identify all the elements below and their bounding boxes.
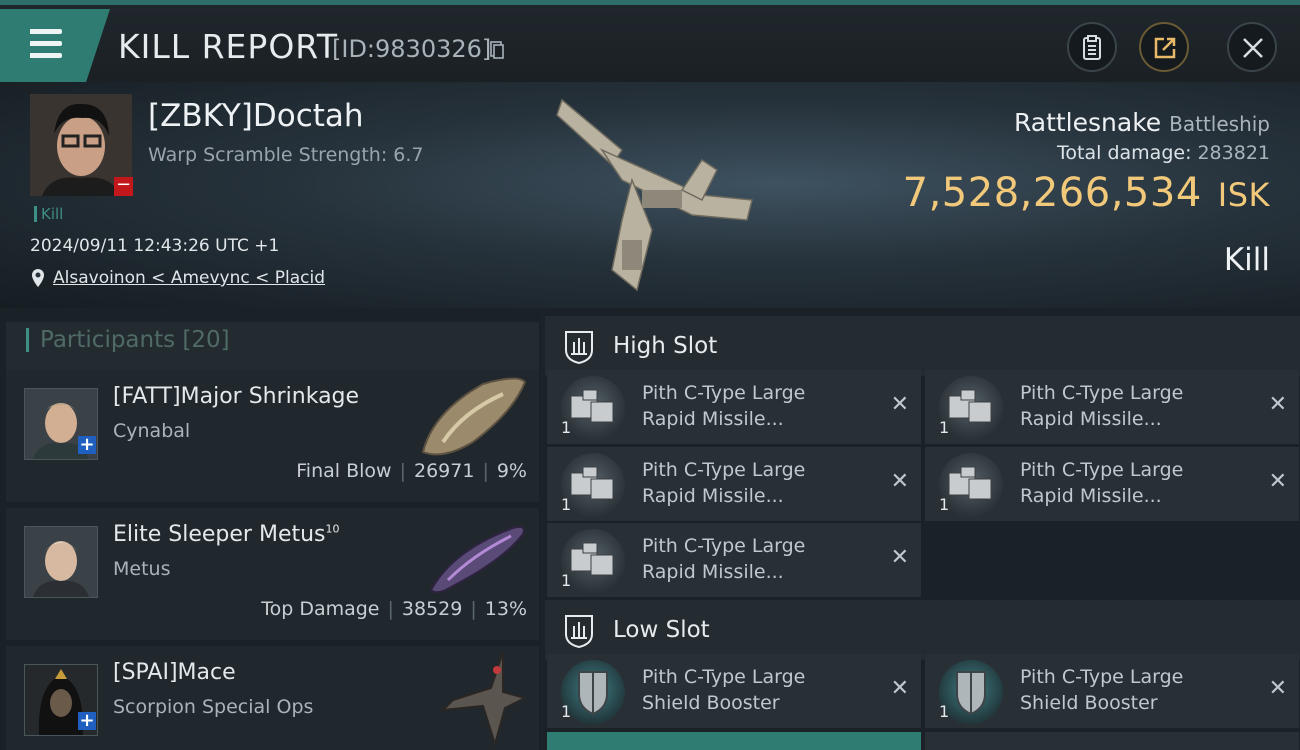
module-quantity: 1 (561, 571, 572, 590)
low-slot-title: Low Slot (613, 617, 710, 643)
participant-damage: 26971 (413, 460, 475, 482)
top-bar: KILL REPORT [ID:9830326] (0, 0, 1300, 83)
participant-name: [FATT]Major Shrinkage (113, 384, 360, 409)
share-icon (1154, 37, 1176, 59)
ship-class: Battleship (1169, 112, 1270, 136)
module-name: Pith C-Type Large Shield Booster (642, 666, 806, 714)
participant-ship: Scorpion Special Ops (113, 696, 314, 718)
high-slot-title: High Slot (613, 333, 718, 359)
kill-result: Kill (1223, 242, 1270, 278)
module-name: Pith C-Type Large Rapid Missile... (1020, 459, 1184, 507)
module-quantity: 1 (561, 418, 572, 437)
clipboard-button[interactable] (1067, 22, 1117, 72)
participant-portrait (24, 526, 98, 598)
kill-tag: Kill (34, 206, 63, 222)
total-damage: Total damage: 283821 (1057, 142, 1270, 164)
location-pin-icon (32, 269, 44, 287)
close-icon (1243, 38, 1263, 58)
friendly-badge: + (78, 434, 96, 455)
module-item[interactable]: 1 Pith C-Type Large Shield Booster ✕ (925, 654, 1299, 728)
module-name: Pith C-Type Large Rapid Missile... (642, 459, 806, 507)
participants-header: Participants [20] (6, 322, 539, 372)
participant-percent: 9% (496, 460, 527, 482)
copy-icon[interactable] (490, 41, 504, 59)
kill-summary-banner: − [ZBKY]Doctah Warp Scramble Strength: 6… (0, 82, 1300, 308)
participant-name-text: Elite Sleeper Metus (113, 522, 326, 547)
warp-scramble-strength: Warp Scramble Strength: 6.7 (148, 144, 424, 166)
participant-role: Top Damage (261, 598, 380, 620)
menu-button[interactable] (0, 9, 110, 83)
low-slot-header[interactable]: Low Slot (545, 600, 1300, 660)
participant-level: 10 (325, 522, 340, 536)
module-quantity: 1 (939, 702, 950, 721)
victim-name[interactable]: [ZBKY]Doctah (148, 98, 364, 134)
module-destroyed-icon: ✕ (1268, 392, 1287, 417)
participant-ship-image (421, 377, 527, 456)
victim-ship-name[interactable]: Rattlesnake Battleship (1014, 108, 1270, 137)
participant-row[interactable]: + [FATT]Major Shrinkage Cynabal Final Bl… (6, 370, 539, 502)
low-slot-icon (565, 615, 593, 648)
participants-label: Participants (40, 327, 176, 353)
friendly-badge: + (78, 710, 96, 731)
module-item[interactable]: 1 Pith C-Type Large Rapid Missile... ✕ (925, 447, 1299, 521)
page-title: KILL REPORT (118, 27, 338, 66)
module-item[interactable]: 1 Pith C-Type Large Rapid Missile... ✕ (547, 370, 921, 444)
module-item[interactable] (547, 732, 921, 750)
participant-ship: Metus (113, 558, 171, 580)
isk-amount: 7,528,266,534 (902, 170, 1202, 216)
module-destroyed-icon: ✕ (1268, 676, 1287, 701)
share-button[interactable] (1139, 22, 1189, 72)
module-quantity: 1 (939, 495, 950, 514)
participant-name: Elite Sleeper Metus10 (113, 522, 340, 547)
module-destroyed-icon: ✕ (1268, 469, 1287, 494)
participant-ship: Cynabal (113, 420, 191, 442)
module-name: Pith C-Type Large Shield Booster (1020, 666, 1184, 714)
participant-percent: 13% (484, 598, 527, 620)
module-item[interactable]: 1 Pith C-Type Large Shield Booster ✕ (547, 654, 921, 728)
module-item[interactable]: 1 Pith C-Type Large Rapid Missile... ✕ (925, 370, 1299, 444)
victim-ship-image (556, 98, 753, 292)
module-name: Pith C-Type Large Rapid Missile... (642, 382, 806, 430)
participant-ship-image (429, 525, 525, 594)
location-link[interactable]: Alsavoinon < Amevync < Placid (53, 268, 325, 288)
module-destroyed-icon: ✕ (890, 469, 909, 494)
report-id: [ID:9830326] (332, 35, 492, 63)
participant-stats: Final Blow | 26971 | 9% (296, 460, 527, 482)
module-name: Pith C-Type Large Rapid Missile... (642, 535, 806, 583)
participants-title: Participants [20] (40, 327, 230, 353)
kill-datetime: 2024/09/11 12:43:26 UTC +1 (30, 236, 280, 256)
participant-name: [SPAI]Mace (113, 660, 236, 685)
participant-role: Final Blow (296, 460, 392, 482)
participant-row[interactable]: Elite Sleeper Metus10 Metus Top Damage | 3… (6, 508, 539, 640)
participant-row[interactable]: + [SPAI]Mace Scorpion Special Ops (6, 646, 539, 750)
clipboard-icon (1083, 35, 1101, 60)
participants-panel: Participants [20] + [FATT]Major Shrinkag… (0, 308, 541, 750)
participant-ship-image (440, 651, 528, 748)
module-destroyed-icon: ✕ (890, 676, 909, 701)
high-slot-header[interactable]: High Slot (545, 316, 1300, 376)
module-name: Pith C-Type Large Rapid Missile... (1020, 382, 1184, 430)
module-quantity: 1 (939, 418, 950, 437)
participant-damage: 38529 (401, 598, 463, 620)
module-destroyed-icon: ✕ (890, 392, 909, 417)
high-slot-icon (565, 331, 593, 364)
module-quantity: 1 (561, 702, 572, 721)
hostile-badge: − (114, 174, 133, 196)
module-quantity: 1 (561, 495, 572, 514)
participants-count: [20] (182, 327, 230, 353)
ship-name-text: Rattlesnake (1013, 108, 1162, 137)
fitting-panel: High Slot 1 Pith C-Type Large Rapid Missi… (545, 308, 1300, 750)
participant-stats: Top Damage | 38529 | 13% (261, 598, 527, 620)
module-item[interactable]: 1 Pith C-Type Large Rapid Missile... ✕ (547, 523, 921, 597)
isk-unit: ISK (1217, 176, 1270, 214)
total-damage-label: Total damage: (1057, 142, 1192, 164)
module-item[interactable]: 1 Pith C-Type Large Rapid Missile... ✕ (547, 447, 921, 521)
module-destroyed-icon: ✕ (890, 545, 909, 570)
close-button[interactable] (1227, 22, 1277, 72)
module-item[interactable] (925, 732, 1299, 750)
isk-value: 7,528,266,534 ISK (903, 170, 1270, 216)
total-damage-value: 283821 (1197, 142, 1270, 164)
